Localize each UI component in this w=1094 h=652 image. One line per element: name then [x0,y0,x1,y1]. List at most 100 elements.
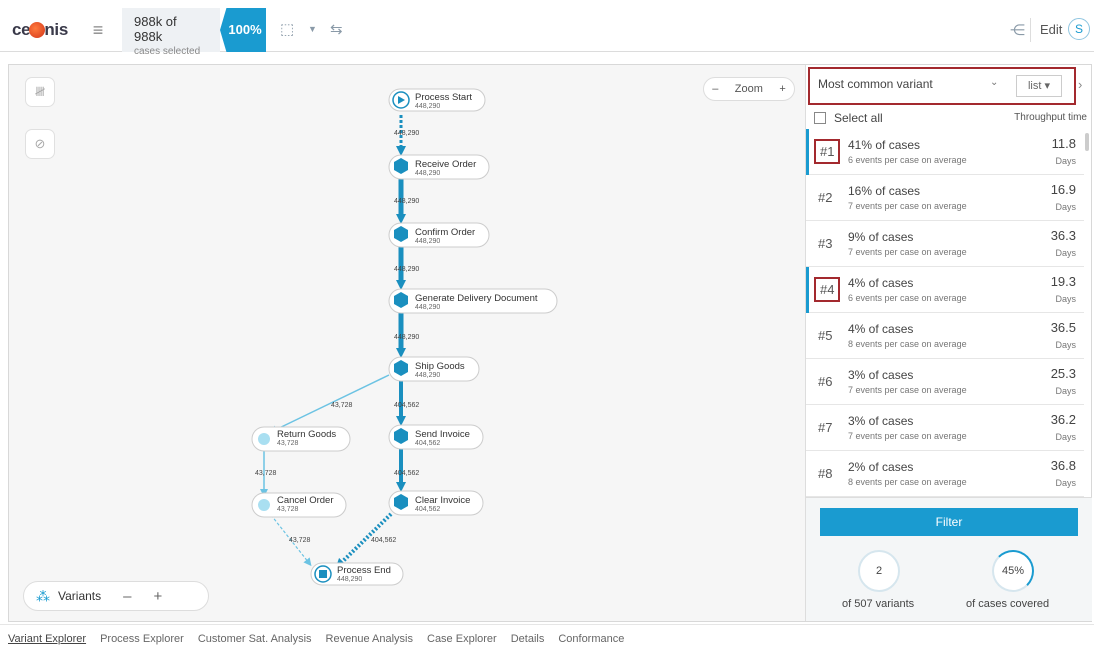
variant-row[interactable]: #8 2% of cases 8 events per case on aver… [806,451,1084,497]
process-graph: 448,290 448,290 448,290 448,290 43,728 4… [251,88,558,586]
edge-label: 404,562 [394,470,419,477]
menu-icon[interactable]: ≡ [84,16,112,44]
variant-days-unit: Days [1055,156,1076,166]
edge-label: 43,728 [289,537,311,544]
divider [1030,18,1031,42]
variant-days: 36.5 [1050,320,1076,335]
node-process-end[interactable]: Process End 448,290 [310,562,404,586]
cases-selection[interactable]: 988k of 988k cases selected [122,8,220,57]
variant-events: 7 events per case on average [848,431,967,441]
node-send-invoice[interactable]: Send Invoice 404,562 [388,424,484,450]
variant-row[interactable]: #4 4% of cases 6 events per case on aver… [806,267,1084,313]
edge-label: 404,562 [394,402,419,409]
svg-text:Generate Delivery Document: Generate Delivery Document [415,293,538,304]
variant-row[interactable]: #1 41% of cases 6 events per case on ave… [806,129,1084,175]
variant-rank: #1 [814,139,841,164]
svg-text:404,562: 404,562 [415,440,440,447]
filter-area: Filter 2 45% of 507 variants of cases co… [806,497,1092,621]
variant-row[interactable]: #5 4% of cases 8 events per case on aver… [806,313,1084,359]
variant-days: 11.8 [1051,136,1076,151]
svg-text:Receive Order: Receive Order [415,159,476,170]
tab-case-explorer[interactable]: Case Explorer [427,633,497,645]
select-all[interactable]: Select all [814,111,883,125]
variant-row[interactable]: #7 3% of cases 7 events per case on aver… [806,405,1084,451]
variant-pct: 9% of cases [848,230,914,244]
tab-process-explorer[interactable]: Process Explorer [100,633,184,645]
svg-text:43,728: 43,728 [277,440,299,447]
tab-customer-sat-analysis[interactable]: Customer Sat. Analysis [198,633,312,645]
chevron-right-icon[interactable]: › [1078,77,1082,92]
edge-label: 448,290 [394,130,419,137]
svg-text:448,290: 448,290 [337,576,362,583]
svg-text:Send Invoice: Send Invoice [415,429,470,440]
list-view-button[interactable]: list ▾ [1016,75,1062,97]
variant-pct: 4% of cases [848,322,914,336]
edge-label: 448,290 [394,266,419,273]
variant-events: 6 events per case on average [848,155,967,165]
svg-text:Clear Invoice: Clear Invoice [415,495,470,506]
variant-days: 36.2 [1050,412,1076,427]
node-return-goods[interactable]: Return Goods 43,728 [251,426,351,452]
tab-conformance[interactable]: Conformance [558,633,624,645]
tab-variant-explorer[interactable]: Variant Explorer [8,633,86,645]
node-receive-order[interactable]: Receive Order 448,290 [388,154,490,180]
variants-total-label: of 507 variants [842,598,915,610]
node-process-start[interactable]: Process Start 448,290 [388,88,486,112]
variant-rank: #3 [818,236,833,251]
chevron-down-icon[interactable]: ▼ [308,24,317,44]
svg-text:Process Start: Process Start [415,92,472,103]
variant-events: 8 events per case on average [848,339,967,349]
variant-pct: 4% of cases [848,276,914,290]
node-confirm-order[interactable]: Confirm Order 448,290 [388,222,490,248]
edit-button[interactable]: Edit [1040,22,1062,37]
main-frame: 𝍸 ⊘ – Zoom + 448,290 448,290 448,290 448… [8,64,1092,622]
node-clear-invoice[interactable]: Clear Invoice 404,562 [388,490,484,516]
variant-pct: 41% of cases [848,138,921,152]
node-generate-delivery-document[interactable]: Generate Delivery Document 448,290 [388,288,558,314]
svg-text:Process End: Process End [337,565,391,576]
avatar[interactable]: S [1068,18,1090,40]
variant-events: 8 events per case on average [848,477,967,487]
celonis-logo[interactable]: ce nis [12,20,68,40]
edge-label: 448,290 [394,198,419,205]
filter-button[interactable]: Filter [820,508,1078,536]
variant-days: 25.3 [1050,366,1076,381]
selection-icon[interactable]: ⬚ [280,20,294,40]
svg-text:448,290: 448,290 [415,103,440,110]
node-cancel-order[interactable]: Cancel Order 43,728 [251,492,347,518]
node-ship-goods[interactable]: Ship Goods 448,290 [388,356,480,382]
variant-days: 19.3 [1050,274,1076,289]
process-canvas[interactable]: 𝍸 ⊘ – Zoom + 448,290 448,290 448,290 448… [9,65,805,621]
chevron-down-icon[interactable]: ⌄ [990,77,998,88]
throughput-header: Throughput time [1014,112,1087,123]
variant-days-unit: Days [1055,202,1076,212]
svg-text:404,562: 404,562 [415,506,440,513]
variant-row[interactable]: #6 3% of cases 7 events per case on aver… [806,359,1084,405]
list-scrollbar[interactable] [1085,133,1089,151]
variants-count-ring: 2 [858,550,900,592]
tab-revenue-analysis[interactable]: Revenue Analysis [326,633,413,645]
variant-pct: 16% of cases [848,184,921,198]
variant-rank: #5 [818,328,833,343]
variant-rank: #2 [818,190,833,205]
variant-sort-select[interactable]: Most common variant [818,77,1000,91]
variants-minus-button[interactable]: – [123,588,131,605]
variant-row[interactable]: #2 16% of cases 7 events per case on ave… [806,175,1084,221]
svg-text:448,290: 448,290 [415,304,440,311]
cases-covered-label: of cases covered [966,598,1050,610]
select-all-checkbox[interactable] [814,112,826,124]
variant-row[interactable]: #3 9% of cases 7 events per case on aver… [806,221,1084,267]
share-icon[interactable]: ⋲ [1010,21,1025,39]
edge-label: 404,562 [371,537,396,544]
variants-icon: ⁂ [36,587,50,604]
swap-icon[interactable]: ⇆ [330,20,343,40]
tab-details[interactable]: Details [511,633,545,645]
svg-text:448,290: 448,290 [415,170,440,177]
svg-text:Cancel Order: Cancel Order [277,495,334,506]
variants-plus-button[interactable]: + [153,588,162,605]
svg-text:Return Goods: Return Goods [277,429,336,440]
variant-days-unit: Days [1055,340,1076,350]
svg-text:448,290: 448,290 [415,238,440,245]
svg-text:Confirm Order: Confirm Order [415,227,475,238]
variant-events: 7 events per case on average [848,247,967,257]
